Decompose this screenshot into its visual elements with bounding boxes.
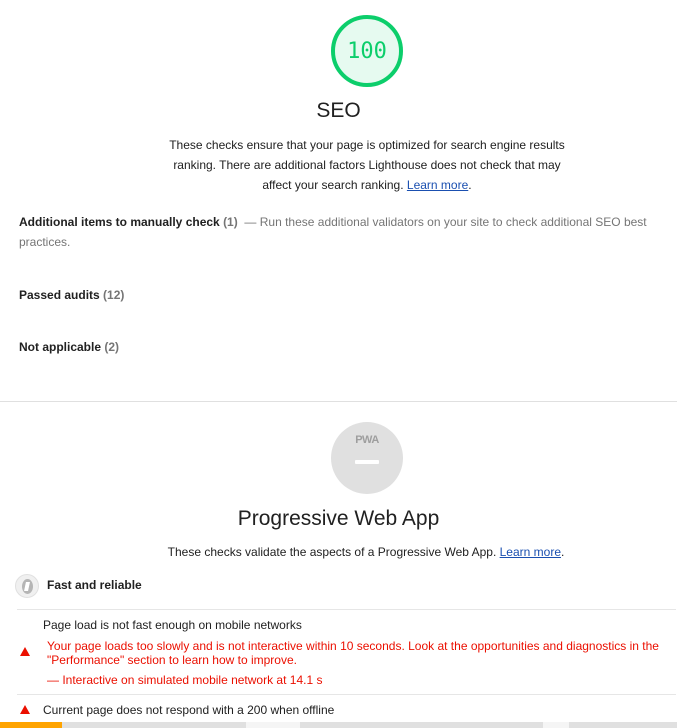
pwa-badge-bar [355, 460, 379, 464]
category-divider [0, 401, 677, 402]
not-applicable-count: (2) [104, 340, 120, 354]
audit-divider [17, 609, 676, 610]
audit-load-fast-description: Your page loads too slowly and is not in… [47, 639, 659, 667]
seo-score-value: 100 [347, 38, 387, 64]
manual-checks-title: Additional items to manually check [19, 215, 220, 229]
audit-divider [17, 694, 676, 695]
manual-checks-count: (1) [223, 215, 238, 229]
seo-description-text: These checks ensure that your page is op… [169, 138, 565, 192]
bottom-strip [0, 722, 677, 728]
seo-learn-more-link[interactable]: Learn more [407, 178, 468, 192]
pwa-badge-text: PWA [355, 434, 379, 446]
not-applicable-group[interactable]: Not applicable (2) [19, 337, 659, 357]
seo-score-gauge[interactable]: 100 [331, 15, 403, 87]
seo-description: These checks ensure that your page is op… [169, 138, 565, 192]
audit-load-fast-note: — Interactive on simulated mobile networ… [47, 673, 323, 687]
lightning-icon [15, 574, 39, 598]
fail-triangle-icon [20, 705, 30, 714]
pwa-badge-icon[interactable]: PWA [331, 422, 403, 494]
passed-audits-count: (12) [103, 288, 125, 302]
not-applicable-title: Not applicable [19, 340, 102, 354]
pwa-learn-more-link[interactable]: Learn more [500, 545, 561, 559]
passed-audits-group[interactable]: Passed audits (12) [19, 285, 659, 305]
seo-title: SEO [316, 99, 361, 122]
pwa-description-text: These checks validate the aspects of a P… [167, 545, 497, 559]
manual-checks-group[interactable]: Additional items to manually check (1) —… [19, 212, 659, 252]
fast-reliable-label: Fast and reliable [47, 578, 142, 592]
audit-load-fast-title[interactable]: Page load is not fast enough on mobile n… [43, 618, 302, 632]
passed-audits-title: Passed audits [19, 288, 100, 302]
audit-offline-title[interactable]: Current page does not respond with a 200… [43, 703, 334, 717]
fail-triangle-icon [20, 647, 30, 656]
pwa-description: These checks validate the aspects of a P… [167, 545, 565, 559]
pwa-title: Progressive Web App [237, 507, 440, 530]
fast-reliable-group: Fast and reliable [15, 573, 675, 599]
seo-category: 100 SEO These checks ensure that your pa… [0, 0, 677, 402]
